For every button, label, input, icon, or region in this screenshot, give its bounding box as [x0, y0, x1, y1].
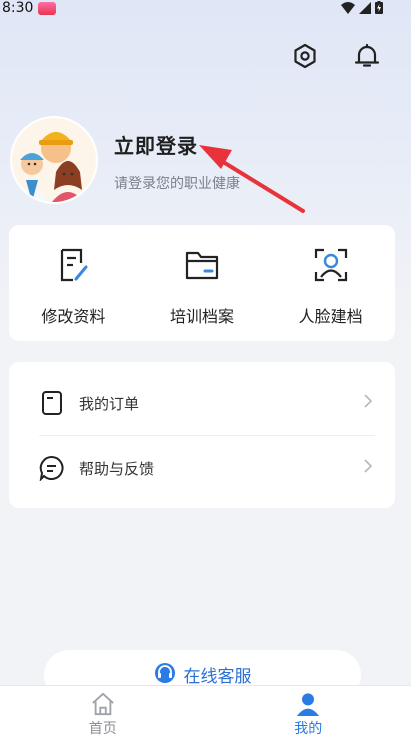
- home-icon: [91, 692, 114, 716]
- bell-icon: [354, 43, 380, 67]
- settings-button[interactable]: [291, 42, 319, 70]
- chat-bubble-icon: [39, 455, 64, 481]
- status-bar: 8:30: [0, 0, 411, 18]
- menu-item-help[interactable]: 帮助与反馈: [39, 432, 375, 504]
- face-scan-icon: [314, 248, 347, 282]
- edit-profile-action[interactable]: 修改资料: [9, 225, 138, 341]
- menu-item-orders[interactable]: 我的订单: [39, 367, 375, 439]
- face-registration-label: 人脸建档: [298, 307, 363, 326]
- menu-item-orders-label: 我的订单: [79, 394, 140, 413]
- training-records-label: 培训档案: [170, 307, 235, 326]
- bottom-tab-bar: 首页 我的: [0, 685, 411, 738]
- app-notification-icon: [38, 2, 56, 15]
- edit-profile-label: 修改资料: [41, 307, 106, 326]
- notifications-button[interactable]: [353, 42, 381, 70]
- user-icon: [297, 693, 320, 716]
- avatar[interactable]: [12, 118, 96, 202]
- system-icons: [341, 1, 383, 14]
- training-records-action[interactable]: 培训档案: [138, 225, 267, 341]
- avatar-illustration: [12, 118, 96, 202]
- headset-icon: [154, 663, 175, 683]
- tab-mine-label: 我的: [294, 721, 323, 737]
- header-actions: [291, 42, 381, 70]
- menu-item-help-label: 帮助与反馈: [79, 459, 155, 478]
- tab-home[interactable]: 首页: [0, 686, 206, 738]
- edit-document-icon: [61, 248, 88, 282]
- login-subtitle: 请登录您的职业健康: [114, 176, 240, 192]
- tab-mine[interactable]: 我的: [206, 686, 411, 738]
- hexagon-settings-icon: [294, 43, 316, 69]
- folder-icon: [185, 251, 219, 280]
- profile-section[interactable]: 立即登录 请登录您的职业健康: [12, 118, 402, 208]
- quick-actions-card: 修改资料 培训档案 人脸建档: [9, 225, 395, 341]
- battery-icon: [375, 1, 383, 14]
- order-icon: [42, 391, 62, 415]
- wifi-icon: [341, 1, 355, 14]
- chevron-right-icon: [364, 459, 373, 473]
- menu-card: 我的订单 帮助与反馈: [9, 362, 395, 508]
- tab-home-label: 首页: [88, 721, 117, 737]
- chevron-right-icon: [364, 394, 373, 408]
- login-title[interactable]: 立即登录: [114, 130, 198, 159]
- status-time: 8:30: [2, 0, 34, 16]
- face-registration-action[interactable]: 人脸建档: [266, 225, 395, 341]
- signal-icon: [359, 1, 371, 14]
